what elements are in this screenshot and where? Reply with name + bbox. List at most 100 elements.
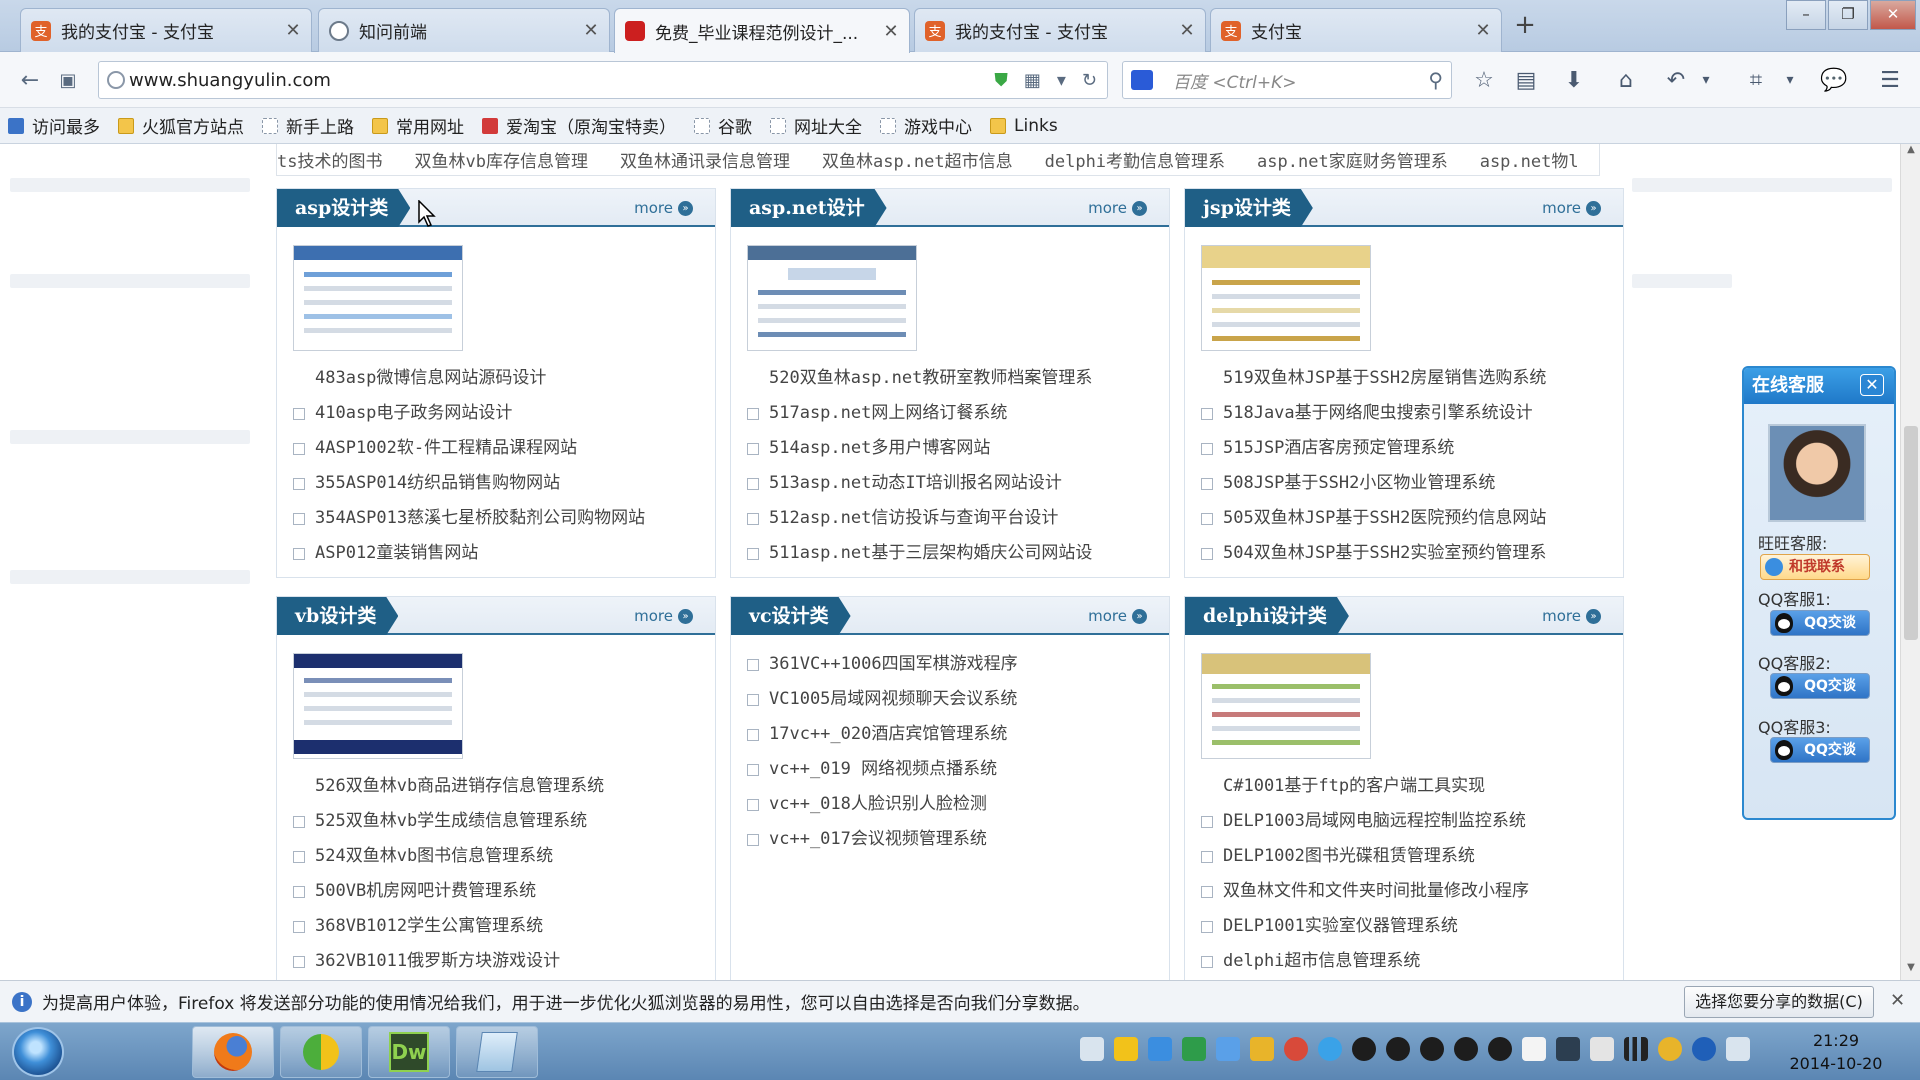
scroll-link[interactable]: ts技术的图书 [277,147,382,172]
scroll-link[interactable]: asp.net物l [1480,147,1579,172]
tab-alipay-3[interactable]: 支 支付宝 ✕ [1210,8,1502,52]
bluetooth-icon[interactable] [1692,1037,1716,1061]
project-thumbnail[interactable] [293,245,463,351]
scroll-link[interactable]: 双鱼林asp.net超市信息 [822,147,1013,172]
bookmark-google[interactable]: 谷歌 [694,113,752,138]
list-item[interactable]: vc++_019 网络视频点播系统 [747,752,1159,787]
scroll-up-arrow-icon[interactable]: ▲ [1901,144,1920,162]
list-item[interactable]: 355ASP014纺织品销售购物网站 [293,466,705,501]
keyboard-icon[interactable] [1080,1037,1104,1061]
list-item[interactable]: 524双鱼林vb图书信息管理系统 [293,839,705,874]
list-item[interactable]: delphi超市信息管理系统 [1201,944,1613,979]
more-link[interactable]: more » [1088,199,1147,217]
list-item[interactable]: 368VB1012学生公寓管理系统 [293,909,705,944]
dropdown-icon[interactable]: ▾ [1057,70,1066,91]
clipboard-icon[interactable] [1590,1037,1614,1061]
list-item[interactable]: 518Java基于网络爬虫搜索引擎系统设计 [1201,396,1613,431]
bookmark-most-visited[interactable]: 访问最多 [8,113,100,138]
shield-icon[interactable]: ⛊ [994,70,1008,91]
list-item[interactable]: 362VB1011俄罗斯方块游戏设计 [293,944,705,979]
undo-icon[interactable]: ↶ [1658,62,1694,98]
sync-tray-icon[interactable] [1250,1037,1274,1061]
display-icon[interactable] [1556,1037,1580,1061]
list-item[interactable]: 504双鱼林JSP基于SSH2实验室预约管理系 [1201,536,1613,571]
tab-alipay-1[interactable]: 支 我的支付宝 - 支付宝 ✕ [20,8,312,52]
security-shield-icon[interactable] [1148,1037,1172,1061]
firefox-icon[interactable] [192,1026,274,1078]
qq2-chat-button[interactable]: QQ交谈 [1770,673,1870,699]
bookmark-game-center[interactable]: 游戏中心 [880,113,972,138]
list-item[interactable]: DELP1003局域网电脑远程控制监控系统 [1201,804,1613,839]
list-item[interactable]: DELP1002图书光碟租赁管理系统 [1201,839,1613,874]
list-item[interactable]: 354ASP013慈溪七星桥胶黏剂公司购物网站 [293,501,705,536]
close-icon[interactable]: ✕ [583,20,599,41]
more-link[interactable]: more » [1542,199,1601,217]
list-item[interactable]: 526双鱼林vb商品进销存信息管理系统 [293,769,705,804]
list-item[interactable]: ASP012童装销售网站 [293,536,705,571]
chat-icon[interactable]: 💬 [1816,62,1852,98]
volume-icon[interactable] [1726,1037,1750,1061]
dreamweaver-icon[interactable]: Dw [368,1026,450,1078]
reading-list-icon[interactable]: ▤ [1508,62,1544,98]
close-icon[interactable]: ✕ [1179,20,1195,41]
close-icon[interactable]: ✕ [1860,374,1884,396]
menu-icon[interactable]: ☰ [1872,62,1908,98]
list-item[interactable]: 511asp.net基于三层架构婚庆公司网站设 [747,536,1159,571]
project-thumbnail[interactable] [1201,653,1371,759]
reload-icon[interactable]: ↻ [1082,70,1097,91]
scrollbar-thumb[interactable] [1904,426,1918,640]
list-item[interactable]: 483asp微博信息网站源码设计 [293,361,705,396]
input-method-icon[interactable] [1522,1037,1546,1061]
notepad-icon[interactable] [456,1026,538,1078]
scroll-down-arrow-icon[interactable]: ▼ [1901,962,1920,980]
minimize-button[interactable]: – [1786,0,1826,30]
qq-tray-icon[interactable] [1454,1037,1478,1061]
list-item[interactable]: C#1001基于ftp的客户端工具实现 [1201,769,1613,804]
list-item[interactable]: 519双鱼林JSP基于SSH2房屋销售选购系统 [1201,361,1613,396]
mail-icon[interactable] [1114,1037,1138,1061]
list-item[interactable]: DELP1001实验室仪器管理系统 [1201,909,1613,944]
list-item[interactable]: 17vc++_020酒店宾馆管理系统 [747,717,1159,752]
list-item[interactable]: 4ASP1002软-件工程精品课程网站 [293,431,705,466]
project-thumbnail[interactable] [747,245,917,351]
share-data-button[interactable]: 选择您要分享的数据(C) [1684,986,1874,1018]
project-thumbnail[interactable] [293,653,463,759]
list-item[interactable]: vc++_017会议视频管理系统 [747,822,1159,857]
qq1-chat-button[interactable]: QQ交谈 [1770,610,1870,636]
list-item[interactable]: 410asp电子政务网站设计 [293,396,705,431]
window-close-button[interactable]: ✕ [1870,0,1916,30]
back-arrow-icon[interactable]: ← [12,62,48,98]
list-item[interactable]: 500VB机房网吧计费管理系统 [293,874,705,909]
maximize-button[interactable]: ❐ [1828,0,1868,30]
list-item[interactable]: VC1005局域网视频聊天会议系统 [747,682,1159,717]
network-monitor-icon[interactable] [1182,1037,1206,1061]
start-button[interactable] [12,1027,64,1077]
wangwang-contact-button[interactable]: 和我联系 [1760,554,1870,580]
more-link[interactable]: more » [634,199,693,217]
cloud-icon[interactable] [1216,1037,1240,1061]
bookmark-common-sites[interactable]: 常用网址 [372,113,464,138]
scroll-link[interactable]: 双鱼林通讯录信息管理 [620,147,790,172]
qq-tray-icon[interactable] [1420,1037,1444,1061]
address-bar[interactable]: www.shuangyulin.com ⛊ ▦ ▾ ↻ [98,61,1108,99]
bookmark-star-icon[interactable]: ☆ [1466,62,1502,98]
close-icon[interactable]: ✕ [1890,990,1905,1011]
system-clock[interactable]: 21:29 2014-10-20 [1782,1029,1890,1075]
scroll-link[interactable]: delphi考勤信息管理系 [1045,147,1225,172]
list-item[interactable]: vc++_018人脸识别人脸检测 [747,787,1159,822]
sync-icon[interactable] [280,1026,362,1078]
new-tab-button[interactable]: + [1512,10,1538,40]
tab-alipay-2[interactable]: 支 我的支付宝 - 支付宝 ✕ [914,8,1206,52]
list-item[interactable]: 525双鱼林vb学生成绩信息管理系统 [293,804,705,839]
page-info-icon[interactable]: ▣ [50,62,86,98]
list-item[interactable]: 520双鱼林asp.net教研室教师档案管理系 [747,361,1159,396]
bookmark-links[interactable]: Links [990,116,1058,136]
more-link[interactable]: more » [1088,607,1147,625]
close-icon[interactable]: ✕ [883,21,899,42]
list-item[interactable]: 517asp.net网上网络订餐系统 [747,396,1159,431]
list-item[interactable]: 361VC++1006四国军棋游戏程序 [747,647,1159,682]
qq-tray-icon[interactable] [1386,1037,1410,1061]
close-icon[interactable]: ✕ [285,20,301,41]
vertical-scrollbar[interactable]: ▲ ▼ [1900,144,1920,980]
list-item[interactable]: 505双鱼林JSP基于SSH2医院预约信息网站 [1201,501,1613,536]
